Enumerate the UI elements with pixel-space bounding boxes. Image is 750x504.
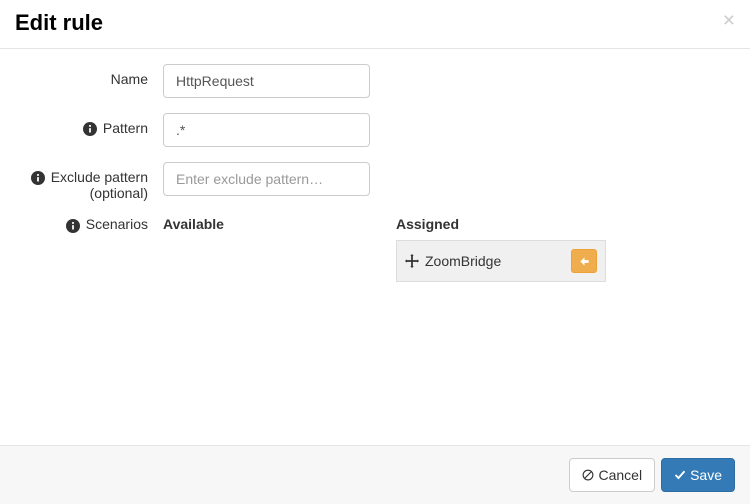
arrow-left-icon [579,256,590,267]
exclude-input[interactable] [163,162,370,196]
save-button[interactable]: Save [661,458,735,492]
cancel-icon [582,469,594,481]
modal-body: Name Pattern Exclude pattern (optional) [0,49,750,445]
info-icon [83,122,97,136]
assigned-heading: Assigned [396,216,606,232]
cancel-button[interactable]: Cancel [569,458,655,492]
available-heading: Available [163,216,396,232]
info-icon [31,171,45,185]
modal-footer: Cancel Save [0,445,750,504]
modal-title: Edit rule [15,10,103,36]
close-button[interactable]: × [723,10,735,31]
pattern-label-text: Pattern [103,120,148,136]
scenario-name: ZoomBridge [425,253,571,269]
scenarios-label-text: Scenarios [86,216,148,232]
modal-header: Edit rule × [0,0,750,49]
name-input[interactable] [163,64,370,98]
move-icon [405,254,419,268]
available-column: Available [163,216,396,240]
cancel-label: Cancel [598,465,642,485]
assigned-scenario-item[interactable]: ZoomBridge [396,240,606,282]
pattern-row: Pattern [0,113,735,147]
name-label: Name [0,64,163,87]
save-label: Save [690,465,722,485]
info-icon [66,219,80,233]
check-icon [674,469,686,481]
pattern-label: Pattern [0,113,163,136]
exclude-label: Exclude pattern (optional) [0,162,163,201]
pattern-input[interactable] [163,113,370,147]
unassign-button[interactable] [571,249,597,273]
assigned-column: Assigned ZoomBridge [396,216,606,282]
scenarios-row: Scenarios Available Assigned ZoomBridge [0,216,735,282]
scenarios-label: Scenarios [0,216,163,232]
name-row: Name [0,64,735,98]
exclude-label-text: Exclude pattern (optional) [51,169,148,201]
exclude-row: Exclude pattern (optional) [0,162,735,201]
close-icon: × [723,9,735,32]
